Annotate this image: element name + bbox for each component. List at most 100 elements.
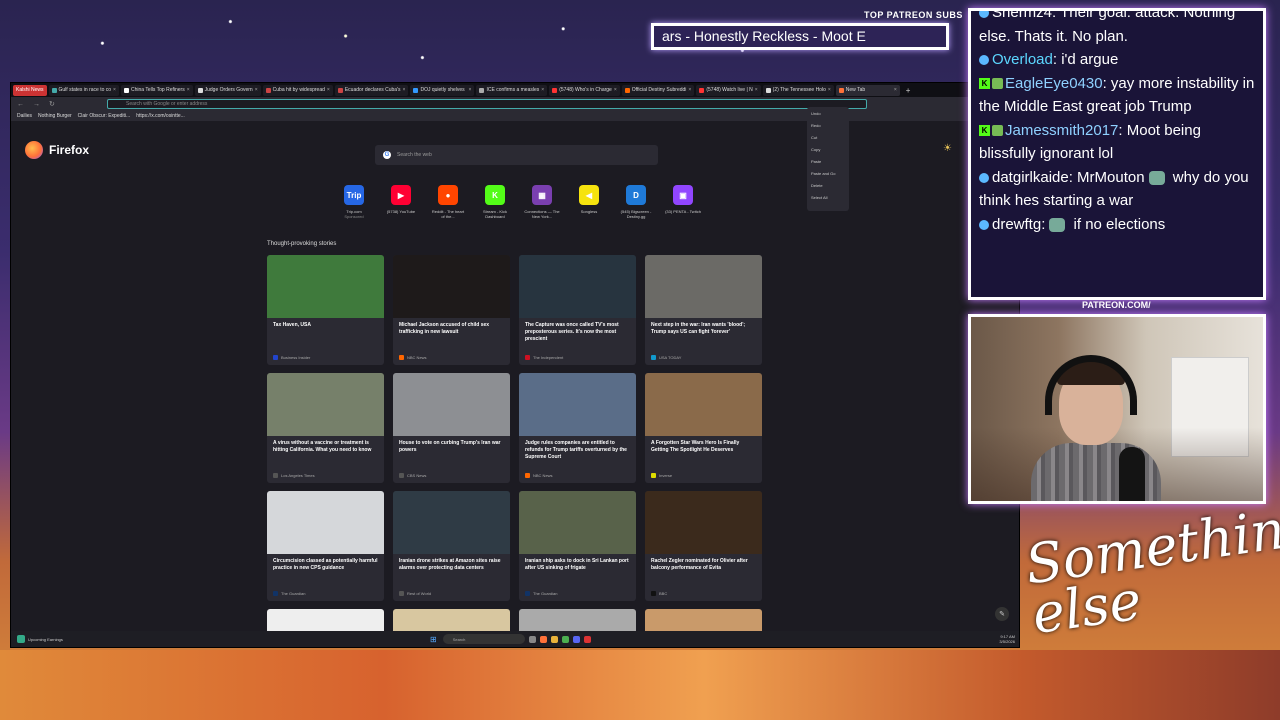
tab-label: Official Destiny Subreddi	[631, 87, 687, 93]
close-tab-icon[interactable]: ×	[403, 87, 406, 93]
story-card[interactable]: A Forgotten Star Wars Hero Is Finally Ge…	[645, 373, 762, 483]
clock-date[interactable]: 3/5/2026	[999, 639, 1015, 644]
context-menu-item[interactable]: Paste and Go	[811, 171, 845, 183]
explorer-icon[interactable]	[550, 635, 558, 643]
url-bar[interactable]: Search with Google or enter address	[107, 99, 867, 109]
taskview-icon[interactable]	[528, 635, 536, 643]
stories-heading: Thought-provoking stories	[267, 241, 337, 247]
discord-icon[interactable]	[572, 635, 580, 643]
story-card[interactable]: Iranian drone strikes at Amazon sites ra…	[393, 491, 510, 601]
weather-widget-label[interactable]: Upcoming Earnings	[28, 637, 68, 642]
weather-sun-icon[interactable]: ☀	[943, 143, 952, 154]
close-tab-icon[interactable]: ×	[469, 87, 472, 93]
bookmark-item[interactable]: Clair Obscur: Expediti...	[78, 113, 131, 119]
story-card[interactable]: Michael Jackson accused of child sex tra…	[393, 255, 510, 365]
tab-label: China Tells Top Refiners	[130, 87, 185, 93]
story-card[interactable]: House to vote on curbing Trump's Iran wa…	[393, 373, 510, 483]
top-site-tile[interactable]: ▦ Connections — The New York...	[524, 185, 560, 219]
customize-pencil-icon[interactable]: ✎	[995, 607, 1009, 621]
story-card[interactable]: The Capture was once called TV's most pr…	[519, 255, 636, 365]
browser-tab[interactable]: (5748) Watch live | N ×	[696, 84, 761, 96]
taskbar-search[interactable]: Search	[442, 634, 525, 644]
close-tab-icon[interactable]: ×	[541, 87, 544, 93]
top-site-tile[interactable]: D (545) Bigscreen - Destiny.gg	[618, 185, 654, 219]
app-taskbar-icon[interactable]	[561, 635, 569, 643]
obs-icon[interactable]	[583, 635, 591, 643]
browser-tab[interactable]: DOJ quietly shelves ×	[410, 84, 475, 96]
story-card[interactable]: Judge rules companies are entitled to re…	[519, 373, 636, 483]
browser-tab[interactable]: Kalshi News	[13, 84, 47, 96]
bookmark-item[interactable]: Nothing Burger	[38, 113, 72, 119]
firefox-taskbar-icon[interactable]	[539, 635, 547, 643]
context-menu-item[interactable]: Paste	[811, 159, 845, 171]
tab-favicon	[413, 87, 419, 93]
top-site-icon: ▶	[391, 185, 411, 205]
reload-icon[interactable]: ↻	[49, 100, 57, 108]
story-image	[393, 491, 510, 554]
top-site-tile[interactable]: ▣ (33) PENTA - Twitch	[665, 185, 701, 219]
source-icon	[399, 473, 404, 478]
search-input[interactable]: G Search the web	[375, 145, 658, 165]
browser-tab[interactable]: Gulf states in race to co ×	[48, 84, 119, 96]
context-menu-item[interactable]: Undo	[811, 111, 845, 123]
browser-tab[interactable]: Official Destiny Subreddi ×	[621, 84, 695, 96]
new-tab-icon[interactable]: +	[906, 86, 911, 95]
tab-favicon	[552, 87, 558, 93]
stories-grid: Tax Haven, USA Business Insider Michael Ja…	[267, 255, 762, 647]
source-icon	[399, 591, 404, 596]
firefox-icon	[25, 141, 43, 159]
context-menu-item[interactable]: Redo	[811, 123, 845, 135]
windows-taskbar: Upcoming Earnings ⊞ Search 9:17 AM 3/5/2…	[11, 631, 1019, 647]
bookmark-item[interactable]: Dailies	[17, 113, 32, 119]
context-menu-item[interactable]: Copy	[811, 147, 845, 159]
story-title: Tax Haven, USA	[273, 322, 311, 328]
source-icon	[273, 591, 278, 596]
forward-icon[interactable]: →	[33, 101, 41, 108]
browser-tab[interactable]: ICE confirms a measles ×	[476, 84, 548, 96]
close-tab-icon[interactable]: ×	[187, 87, 190, 93]
top-site-tile[interactable]: Trip Trip.com Sponsored	[336, 185, 372, 219]
back-icon[interactable]: ←	[17, 101, 25, 108]
bookmark-item[interactable]: https://x.com/osintte...	[136, 113, 185, 119]
close-tab-icon[interactable]: ×	[688, 87, 691, 93]
close-tab-icon[interactable]: ×	[755, 87, 758, 93]
top-site-tile[interactable]: ◀ Songless	[571, 185, 607, 219]
close-tab-icon[interactable]: ×	[255, 87, 258, 93]
top-site-label: (545) Bigscreen - Destiny.gg	[620, 209, 652, 219]
browser-tab[interactable]: (5748) Who's in Charge ×	[549, 84, 620, 96]
story-source: The Independent	[533, 355, 564, 360]
patreon-subs-title: TOP PATREON SUBS	[864, 10, 963, 20]
browser-tab[interactable]: Cuba hit by widespread ×	[262, 84, 333, 96]
close-tab-icon[interactable]: ×	[894, 87, 897, 93]
story-card[interactable]: Iranian ship asks to dock in Sri Lankan …	[519, 491, 636, 601]
story-title: House to vote on curbing Trump's Iran wa…	[399, 440, 501, 453]
top-site-tile[interactable]: ▶ (5738) YouTube	[383, 185, 419, 219]
tab-new-tab[interactable]: New Tab ×	[835, 84, 900, 96]
browser-tab[interactable]: China Tells Top Refiners ×	[120, 84, 193, 96]
weather-widget-icon[interactable]	[17, 635, 25, 643]
story-card[interactable]: A virus without a vaccine or treatment i…	[267, 373, 384, 483]
context-menu-item[interactable]: Select All	[811, 195, 845, 207]
story-card[interactable]: Rachel Zegler nominated for Olivier afte…	[645, 491, 762, 601]
top-site-tile[interactable]: ● Reddit - The heart of the...	[430, 185, 466, 219]
story-title: The Capture was once called TV's most pr…	[525, 322, 619, 342]
story-image	[267, 491, 384, 554]
browser-tab[interactable]: Ecuador declares Cuba's ×	[334, 84, 409, 96]
chat-text: : MrMouton	[1068, 168, 1145, 186]
browser-tab[interactable]: Judge Orders Govern ×	[194, 84, 261, 96]
close-tab-icon[interactable]: ×	[327, 87, 330, 93]
start-icon[interactable]: ⊞	[430, 635, 437, 644]
story-card[interactable]: Circumcision classed as potentially harm…	[267, 491, 384, 601]
kick-icon: K	[979, 125, 990, 137]
story-card[interactable]: Tax Haven, USA Business Insider	[267, 255, 384, 365]
close-tab-icon[interactable]: ×	[828, 87, 831, 93]
browser-tab[interactable]: (2) The Tennessee Holo ×	[762, 84, 834, 96]
chat-username: Jamessmith2017	[1005, 121, 1119, 139]
story-card[interactable]: Next step in the war: Iran wants 'blood'…	[645, 255, 762, 365]
close-tab-icon[interactable]: ×	[113, 87, 116, 93]
tab-favicon	[123, 87, 129, 93]
context-menu-item[interactable]: Cut	[811, 135, 845, 147]
context-menu-item[interactable]: Delete	[811, 183, 845, 195]
top-site-tile[interactable]: K Stream - Kick Dashboard	[477, 185, 513, 219]
close-tab-icon[interactable]: ×	[614, 87, 617, 93]
